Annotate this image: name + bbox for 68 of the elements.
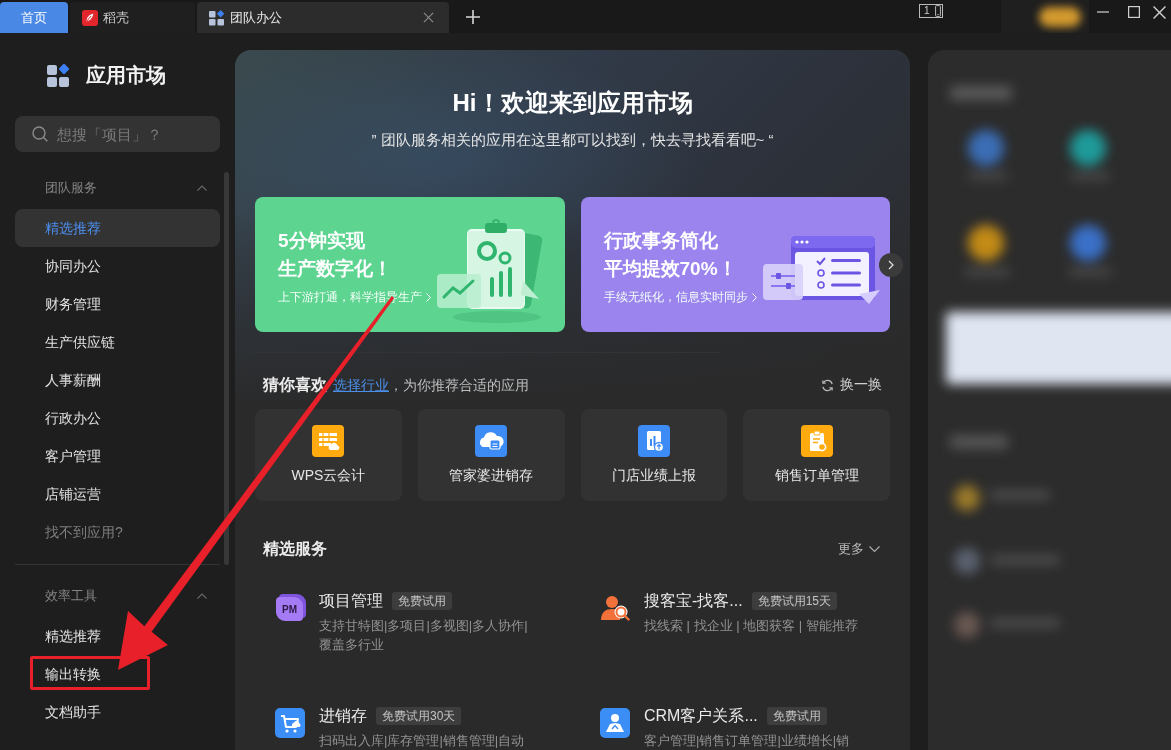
- recommendation-hint: 选择行业，为你推荐合适的应用: [333, 376, 529, 395]
- refresh-icon: [821, 378, 834, 392]
- person-map-icon: [600, 708, 630, 738]
- app-card[interactable]: 门店业绩上报: [580, 409, 728, 501]
- refresh-button[interactable]: 换一换: [821, 376, 882, 394]
- trial-tag: 免费试用15天: [751, 592, 838, 610]
- pm-logo: PM: [276, 597, 303, 621]
- chevron-right-icon: [426, 292, 431, 302]
- screen-mode-button[interactable]: 1: [919, 4, 943, 18]
- tab[interactable]: 稻壳: [70, 2, 195, 33]
- section-title: 精选服务: [263, 538, 327, 559]
- tab[interactable]: 首页: [0, 2, 68, 33]
- sidebar-item[interactable]: 店铺运营: [15, 475, 220, 513]
- welcome-subtitle: ” 团队服务相关的应用在这里都可以找到，快去寻找看看吧~ “: [370, 130, 775, 150]
- app-grid-icon: [209, 9, 225, 26]
- sidebar-item[interactable]: 行政办公: [15, 399, 220, 437]
- service-description: 找线索 | 找企业 | 地图获客 | 智能推荐: [644, 617, 859, 635]
- section-title: 团队服务: [45, 179, 97, 197]
- leaf-logo-icon: [82, 9, 98, 26]
- sidebar-item[interactable]: 找不到应用?: [15, 513, 220, 551]
- more-button[interactable]: 更多: [838, 540, 880, 558]
- app-market-logo-icon: [47, 63, 70, 87]
- chevron-right-icon: [888, 260, 894, 270]
- banner-subtitle: 手续无纸化，信息实时同步: [603, 289, 748, 306]
- chevron-up-icon[interactable]: [197, 185, 207, 191]
- service-name[interactable]: CRM客户关系...: [644, 705, 758, 727]
- banner-title: 5分钟实现: [278, 229, 365, 253]
- sidebar-item[interactable]: 人事薪酬: [15, 361, 220, 399]
- chevron-right-icon: [751, 292, 757, 302]
- service-description: 扫码出入库|库存管理|销售管理|自动: [319, 732, 526, 750]
- banner-title: 平均提效70%！: [603, 257, 737, 281]
- app-card[interactable]: 管家婆进销存: [417, 409, 565, 501]
- sidebar-item[interactable]: 文档助手: [15, 693, 220, 731]
- banner-title: 生产数字化！: [278, 257, 392, 281]
- sidebar-item[interactable]: 生产供应链: [15, 323, 220, 361]
- search-field[interactable]: 想搜「项目」？: [15, 116, 220, 152]
- sidebar-item[interactable]: 协同办公: [15, 247, 220, 285]
- next-button[interactable]: [879, 253, 903, 277]
- app-card[interactable]: 销售订单管理: [743, 409, 890, 501]
- sidebar-item[interactable]: 精选推荐: [15, 617, 220, 655]
- close-icon[interactable]: [1153, 5, 1166, 19]
- welcome-title: Hi！欢迎来到应用市场: [451, 88, 694, 118]
- service-description: 支持甘特图|多项目|多视图|多人协作|覆盖多行业: [319, 617, 529, 654]
- chevron-up-icon[interactable]: [197, 593, 207, 599]
- app-market-title: 应用市场: [86, 62, 166, 88]
- banner-title: 行政事务简化: [603, 229, 718, 253]
- app-card[interactable]: WPS云会计: [255, 409, 402, 501]
- add-tab-icon[interactable]: [466, 9, 480, 24]
- trial-tag: 免费试用30天: [376, 707, 462, 725]
- industry-link[interactable]: 选择行业: [333, 376, 389, 393]
- service-description: 客户管理|销售订单管理|业绩增长|销: [644, 732, 851, 750]
- section-title: 效率工具: [45, 587, 97, 605]
- trial-tag: 免费试用: [392, 592, 452, 610]
- scrollbar-thumb[interactable]: [224, 172, 229, 565]
- search-icon: [32, 126, 48, 142]
- service-name[interactable]: 进销存: [319, 705, 367, 727]
- sidebar-item[interactable]: 客户管理: [15, 437, 220, 475]
- service-name[interactable]: 项目管理: [319, 590, 383, 612]
- cart-icon: [275, 708, 305, 738]
- chevron-down-icon: [869, 545, 880, 553]
- tab[interactable]: 团队办公: [197, 2, 449, 33]
- sidebar-item[interactable]: 精选推荐: [15, 209, 220, 247]
- maximize-icon[interactable]: [1128, 6, 1140, 18]
- trial-tag: 免费试用: [766, 707, 827, 725]
- phone-icon: [935, 5, 941, 17]
- service-name[interactable]: 搜客宝-找客...: [644, 590, 743, 612]
- person-search-icon: [600, 593, 630, 623]
- sidebar-item[interactable]: 财务管理: [15, 285, 220, 323]
